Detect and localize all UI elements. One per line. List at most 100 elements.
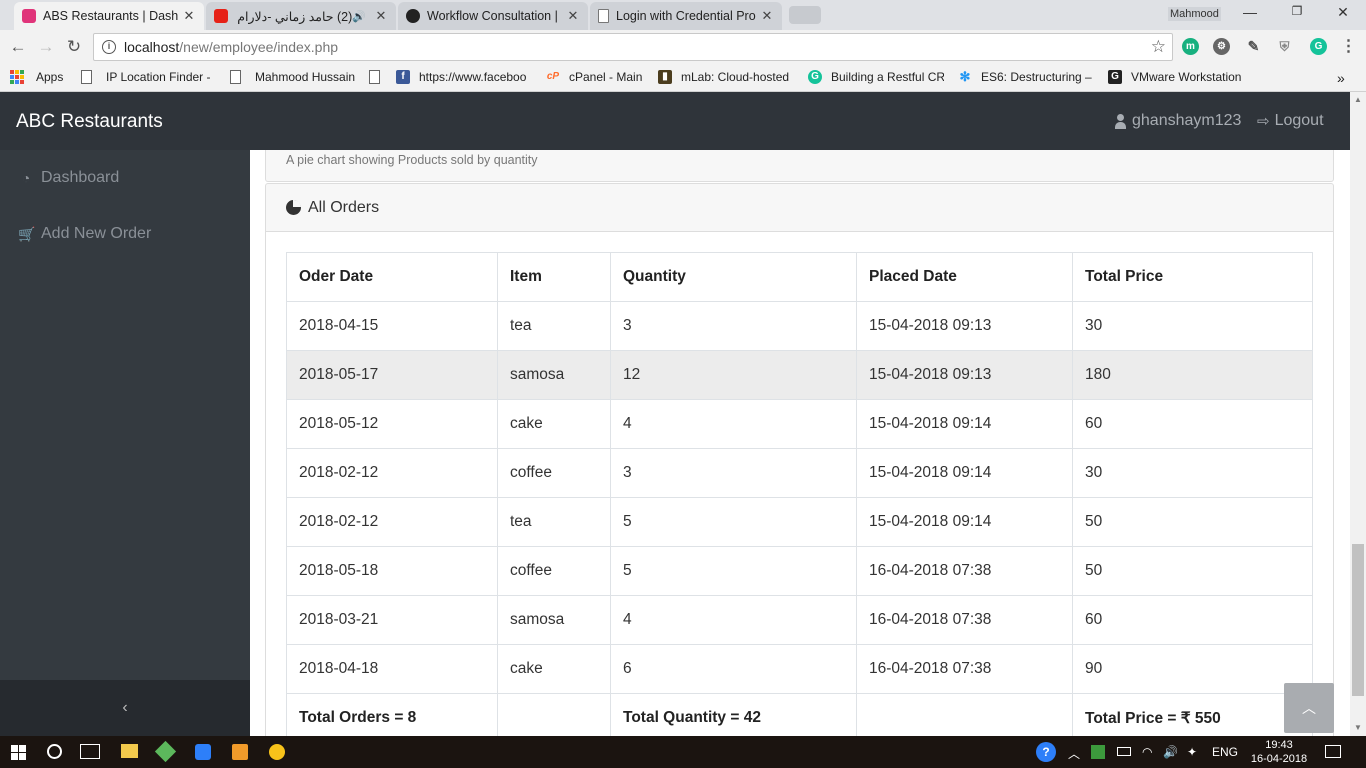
close-tab-icon[interactable]: ✕ xyxy=(374,8,388,24)
column-header-item: Item xyxy=(497,252,611,302)
dashboard-icon: ◔ xyxy=(21,170,31,186)
bookmark-restful-crud[interactable]: G Building a Restful CR xyxy=(808,70,944,84)
pie-chart-icon xyxy=(286,200,301,215)
bookmark-page-icon-only[interactable] xyxy=(369,70,394,84)
cell-order-date: 2018-05-12 xyxy=(286,399,498,449)
cell-quantity: 4 xyxy=(610,399,857,449)
cell-quantity: 3 xyxy=(610,448,857,498)
restore-icon[interactable]: ❐ xyxy=(1287,4,1307,18)
tray-expand-icon[interactable]: ︿ xyxy=(1068,745,1080,762)
cell-total-price: 30 xyxy=(1072,448,1313,498)
table-row: 2018-05-18 coffee 5 16-04-2018 07:38 50 xyxy=(286,546,1313,596)
scrollbar-thumb[interactable] xyxy=(1352,544,1364,696)
bookmark-cpanel[interactable]: cP cPanel - Main xyxy=(546,70,643,84)
bookmark-ip-location-finder[interactable]: IP Location Finder - G xyxy=(81,70,211,84)
wifi-icon[interactable]: ◠ xyxy=(1142,745,1152,759)
address-bar[interactable]: i localhost/new/employee/index.php ☆ xyxy=(93,33,1173,61)
tab-abs-restaurants[interactable]: ABS Restaurants | Dashbo ✕ xyxy=(14,2,204,30)
bookmark-apps[interactable]: Apps xyxy=(10,70,63,84)
google-icon: G xyxy=(1108,70,1122,84)
page-icon xyxy=(81,70,92,84)
cart-icon: 🛒 xyxy=(18,225,36,242)
bookmark-vmware[interactable]: G VMware Workstation xyxy=(1108,70,1244,84)
windows-start-icon[interactable] xyxy=(11,745,26,760)
profile-name[interactable]: Mahmood xyxy=(1168,7,1221,21)
tab-youtube[interactable]: (2) حامد زماني -دلارام 🔊 ✕ xyxy=(206,2,396,30)
settings-extension-icon[interactable]: ⚙ xyxy=(1213,38,1230,55)
close-tab-icon[interactable]: ✕ xyxy=(182,8,196,24)
minimize-icon[interactable]: — xyxy=(1240,4,1260,20)
reload-icon[interactable]: ↻ xyxy=(64,37,84,57)
bookmark-mahmood-hussain[interactable]: Mahmood Hussain xyxy=(230,70,355,84)
close-tab-icon[interactable]: ✕ xyxy=(566,8,580,24)
language-indicator[interactable]: ENG xyxy=(1212,745,1238,759)
page-icon xyxy=(369,70,380,84)
volume-icon[interactable]: 🔊 xyxy=(1163,745,1178,759)
bookmark-facebook[interactable]: f https://www.faceboo xyxy=(396,70,532,84)
battery-icon[interactable] xyxy=(1117,747,1131,756)
file-explorer-icon[interactable] xyxy=(121,744,138,758)
card-title: All Orders xyxy=(308,198,380,216)
site-info-icon[interactable]: i xyxy=(102,40,116,54)
system-clock[interactable]: 19:43 16-04-2018 xyxy=(1246,738,1312,766)
notifications-icon[interactable] xyxy=(1325,745,1341,758)
bookmark-es6-destructuring[interactable]: ✻ ES6: Destructuring – xyxy=(958,69,1094,85)
cell-order-date: 2018-02-12 xyxy=(286,448,498,498)
user-menu[interactable]: ghanshaym123 xyxy=(1115,112,1241,130)
sidebar-item-dashboard[interactable]: ◔ Dashboard xyxy=(18,169,120,187)
logout-link[interactable]: ⇨ Logout xyxy=(1257,112,1324,130)
cell-placed-date: 15-04-2018 09:14 xyxy=(856,497,1073,547)
app-green-icon[interactable] xyxy=(154,740,177,763)
scroll-down-icon[interactable]: ▼ xyxy=(1350,720,1366,736)
tab-login-credential[interactable]: Login with Credential Pro ✕ xyxy=(590,2,782,30)
youtube-favicon-icon xyxy=(214,9,228,23)
sublime-text-icon[interactable] xyxy=(232,744,248,760)
cell-placed-date: 15-04-2018 09:14 xyxy=(856,448,1073,498)
tab-label: (2) حامد زماني -دلارام xyxy=(237,9,353,24)
restaurant-favicon-icon xyxy=(22,9,36,23)
chart-card-footer: A pie chart showing Products sold by qua… xyxy=(265,150,1334,182)
forward-arrow-icon[interactable]: → xyxy=(36,37,56,57)
tab-workflow-consultation[interactable]: Workflow Consultation | G ✕ xyxy=(398,2,588,30)
table-row: 2018-04-15 tea 3 15-04-2018 09:13 30 xyxy=(286,301,1313,351)
react-icon: ✻ xyxy=(959,69,971,84)
browser-menu-icon[interactable]: ⋮ xyxy=(1340,38,1357,55)
cortana-search-icon[interactable] xyxy=(47,744,62,759)
cell-total-price: 90 xyxy=(1072,644,1313,694)
apps-grid-icon xyxy=(10,70,24,84)
user-icon xyxy=(1115,113,1126,129)
bookmark-star-icon[interactable]: ☆ xyxy=(1151,37,1166,57)
scroll-up-icon[interactable]: ▲ xyxy=(1350,92,1366,108)
back-arrow-icon[interactable]: ← xyxy=(8,37,28,57)
dropbox-icon[interactable] xyxy=(195,744,211,760)
total-quantity: Total Quantity = 42 xyxy=(610,693,857,736)
sidebar-toggle-button[interactable]: ‹ xyxy=(0,680,250,736)
speaker-icon[interactable]: 🔊 xyxy=(352,10,366,23)
close-window-icon[interactable]: ✕ xyxy=(1333,4,1353,21)
grammarly-extension-icon[interactable]: G xyxy=(1310,38,1327,55)
table-row: 2018-02-12 coffee 3 15-04-2018 09:14 30 xyxy=(286,448,1313,498)
tray-app-icon[interactable] xyxy=(1091,745,1105,759)
cell-quantity: 3 xyxy=(610,301,857,351)
scroll-to-top-button[interactable]: ︿ xyxy=(1284,683,1334,733)
new-tab-button[interactable] xyxy=(789,6,821,24)
eyedropper-extension-icon[interactable]: ✎ xyxy=(1245,38,1262,55)
cell-quantity: 5 xyxy=(610,497,857,547)
cell-total-price: 50 xyxy=(1072,497,1313,547)
close-tab-icon[interactable]: ✕ xyxy=(760,8,774,24)
cell-total-price: 50 xyxy=(1072,546,1313,596)
task-view-icon[interactable] xyxy=(80,744,100,759)
logout-label: Logout xyxy=(1274,112,1324,129)
dropbox-tray-icon[interactable]: ✦ xyxy=(1187,745,1197,759)
cell-item: samosa xyxy=(497,350,611,400)
bookmarks-overflow-icon[interactable]: » xyxy=(1337,70,1345,86)
help-icon[interactable]: ? xyxy=(1036,742,1056,762)
brand-title[interactable]: ABC Restaurants xyxy=(16,111,163,133)
table-row: 2018-05-17 samosa 12 15-04-2018 09:13 18… xyxy=(286,350,1313,400)
chrome-icon[interactable] xyxy=(269,744,285,760)
shield-extension-icon[interactable]: ⛨ xyxy=(1276,38,1293,55)
page-scrollbar[interactable]: ▲ ▼ xyxy=(1350,92,1366,736)
sidebar-item-add-new-order[interactable]: 🛒 Add New Order xyxy=(18,225,151,243)
bookmark-mlab[interactable]: ▮ mLab: Cloud-hosted xyxy=(658,70,794,84)
mongo-extension-icon[interactable]: m xyxy=(1182,38,1199,55)
